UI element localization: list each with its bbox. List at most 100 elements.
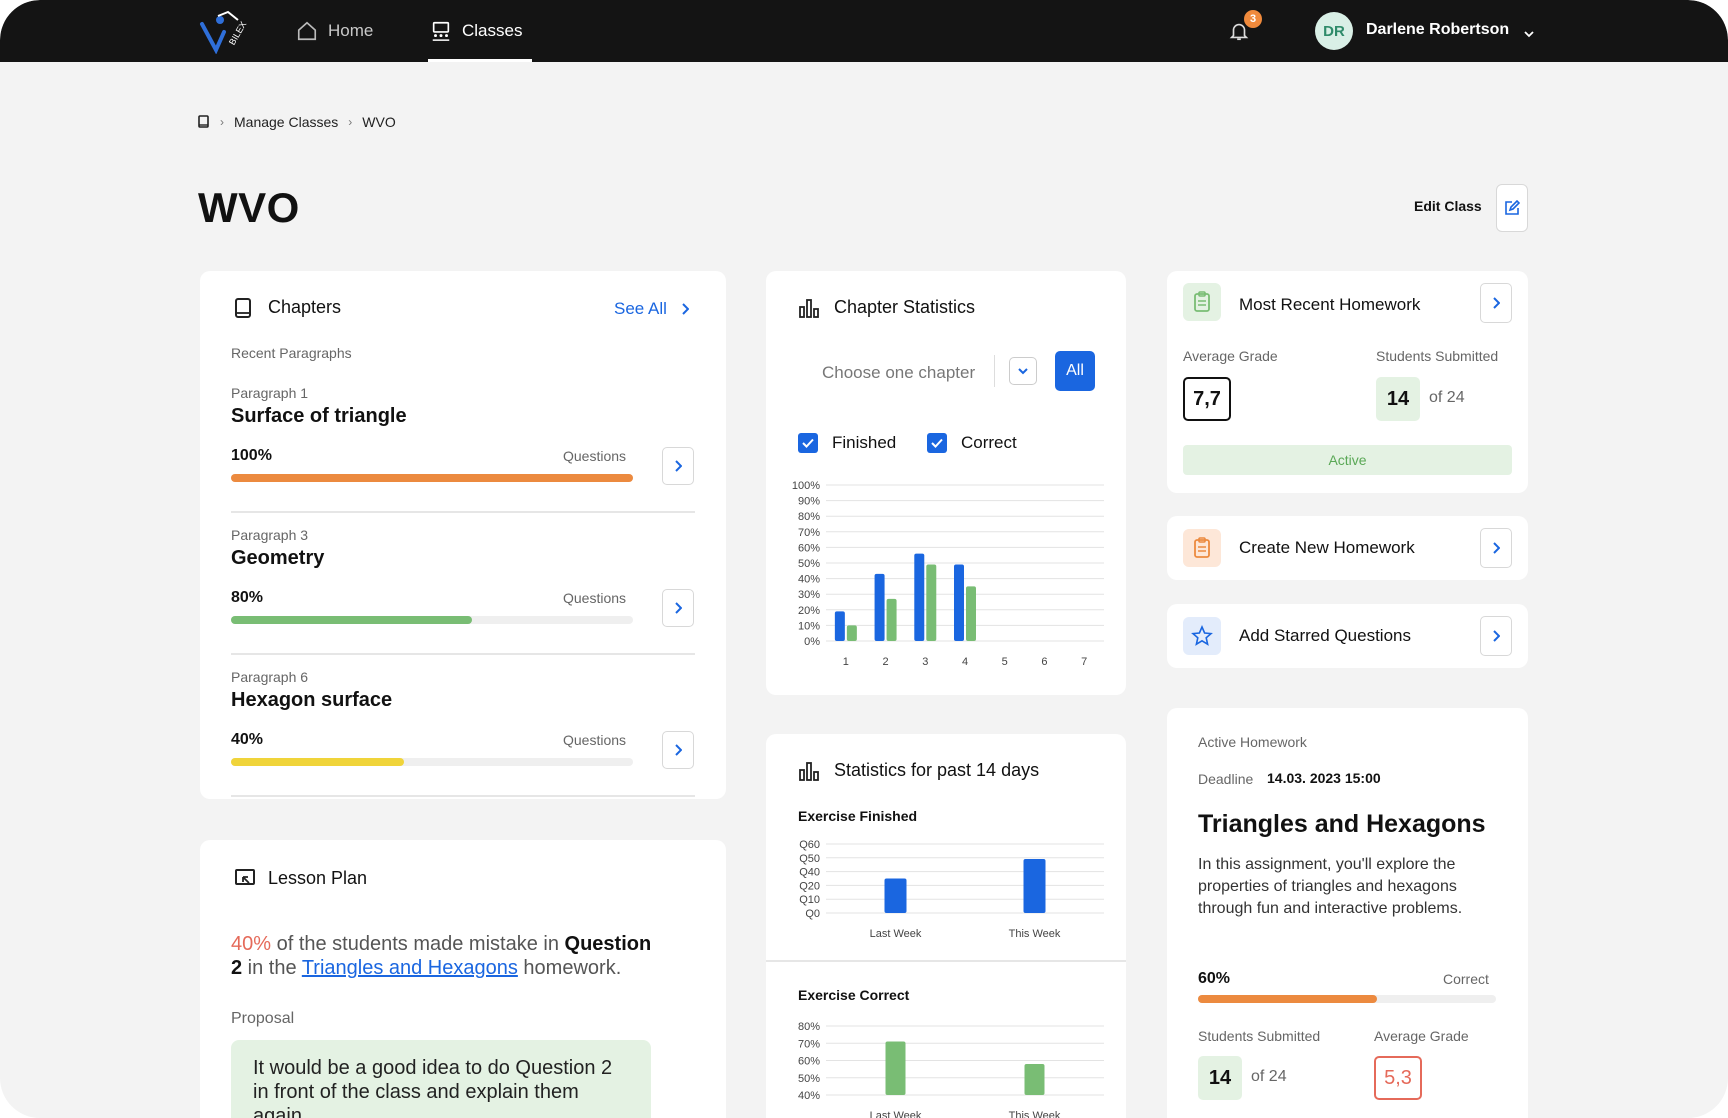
insight-text: in the (242, 957, 302, 979)
chapter-statistics-title: Chapter Statistics (834, 297, 976, 317)
open-paragraph-button[interactable] (662, 447, 694, 485)
user-avatar[interactable]: DR (1315, 12, 1353, 50)
nav-classes-label: Classes (462, 21, 523, 40)
chart-bar (884, 878, 907, 913)
starred-questions-button[interactable] (1480, 616, 1512, 656)
paragraph-percent: 40% (231, 731, 264, 748)
proposal-box: It would be a good idea to do Question 2… (231, 1040, 651, 1118)
x-tick-label: 6 (1041, 656, 1047, 668)
y-tick-label: Q40 (799, 867, 820, 879)
insight-text: homework. (517, 957, 622, 979)
active-homework-label: Active Homework (1198, 734, 1307, 750)
exercise-correct-chart: 40% 50% 60% 70% 80% Last Week This Week (786, 1014, 1106, 1118)
y-tick-label: 50% (798, 1073, 820, 1085)
x-tick-label: 4 (962, 656, 968, 668)
students-total: of 24 (1251, 1068, 1287, 1085)
open-homework-button[interactable] (1480, 283, 1512, 323)
chart-bar (874, 573, 885, 641)
chart-bar (914, 553, 925, 641)
bilex-logo[interactable]: BILEX (198, 10, 248, 55)
exercise-finished-title: Exercise Finished (798, 808, 918, 824)
create-homework-button[interactable] (1480, 528, 1512, 568)
bar-chart-icon (799, 299, 819, 318)
chevron-right-icon (675, 744, 682, 756)
y-tick-label: 90% (798, 496, 820, 508)
book-icon[interactable] (198, 115, 210, 129)
paragraph-item: Paragraph 3 Geometry 80% Questions (231, 527, 695, 655)
chart-bar (885, 1041, 906, 1095)
page-title: WVO (198, 184, 300, 231)
edit-class-button[interactable] (1496, 184, 1528, 232)
open-paragraph-button[interactable] (662, 731, 694, 769)
homework-link[interactable]: Triangles and Hexagons (302, 957, 518, 979)
chevron-right-icon: › (220, 115, 224, 129)
status-badge: Active (1183, 445, 1512, 475)
deadline-value: 14.03. 2023 15:00 (1267, 770, 1381, 786)
chart-bar (834, 611, 845, 641)
nav-classes[interactable]: Classes (427, 0, 533, 62)
starred-questions-card[interactable]: Add Starred Questions (1167, 604, 1528, 668)
stats-14-days-title: Statistics for past 14 days (834, 760, 1040, 780)
correct-checkbox[interactable]: Correct (927, 433, 1017, 453)
breadcrumb-manage-classes[interactable]: Manage Classes (234, 114, 338, 130)
x-tick-label: This Week (1009, 1110, 1061, 1118)
finished-checkbox[interactable]: Finished (798, 433, 896, 453)
checkbox-checked-icon (927, 433, 947, 453)
chapter-statistics-chart: 0% 10% 20% 30% 40% 50% 60% 70% 80% 90% 100% 1 2 3 4 5 6 7 (786, 471, 1106, 671)
progress-track (231, 758, 633, 766)
deadline-label: Deadline (1198, 771, 1254, 787)
students-submitted-label: Students Submitted (1376, 348, 1499, 364)
nav-home[interactable]: Home (296, 0, 373, 62)
y-tick-label: 10% (798, 620, 820, 632)
chevron-down-icon[interactable] (1523, 26, 1535, 44)
chapter-select[interactable]: Choose one chapter (822, 363, 975, 383)
star-icon (1183, 617, 1221, 655)
chevron-right-icon: › (348, 115, 353, 129)
recent-paragraphs-label: Recent Paragraphs (231, 345, 352, 361)
y-tick-label: 40% (798, 1090, 820, 1102)
paragraph-label: Paragraph 1 (231, 385, 309, 401)
chevron-right-icon (675, 602, 682, 614)
active-homework-card: Active Homework Deadline 14.03. 2023 15:… (1167, 708, 1528, 1118)
active-homework-percent: 60% (1198, 970, 1231, 987)
chapter-dropdown-button[interactable] (1009, 357, 1037, 385)
students-submitted-label: Students Submitted (1198, 1028, 1321, 1044)
edit-class-label[interactable]: Edit Class (1414, 198, 1482, 214)
average-grade-label: Average Grade (1374, 1028, 1469, 1044)
paragraph-percent: 80% (231, 589, 264, 606)
stats-14-days-card: Statistics for past 14 days Exercise Fin… (766, 734, 1126, 1118)
create-homework-card[interactable]: Create New Homework (1167, 516, 1528, 580)
chart-bar (846, 625, 857, 641)
average-grade-value: 7,7 (1183, 377, 1231, 421)
chapters-title: Chapters (268, 297, 342, 317)
svg-text:BILEX: BILEX (227, 20, 248, 47)
y-tick-label: Q60 (799, 839, 820, 851)
questions-label: Questions (563, 732, 627, 748)
clipboard-icon (1183, 283, 1221, 321)
edit-icon (1505, 200, 1520, 215)
chevron-right-icon (682, 303, 689, 315)
chevron-right-icon (1493, 297, 1500, 309)
bar-chart-icon (799, 762, 819, 781)
exercise-correct-title: Exercise Correct (798, 987, 910, 1003)
user-name[interactable]: Darlene Robertson (1366, 21, 1509, 39)
home-icon (297, 21, 317, 41)
students-total: of 24 (1429, 389, 1465, 406)
create-homework-title: Create New Homework (1239, 538, 1415, 557)
app-frame: BILEX Home Classes 3 DR Darlene Robertso… (0, 0, 1728, 1118)
checkbox-checked-icon (798, 433, 818, 453)
chart-bar (966, 586, 976, 641)
open-paragraph-button[interactable] (662, 589, 694, 627)
y-tick-label: 80% (798, 511, 820, 523)
chapter-statistics-card: Chapter Statistics Choose one chapter Al… (766, 271, 1126, 695)
classroom-icon (432, 21, 450, 41)
chevron-right-icon (675, 460, 682, 472)
mistake-percent: 40% (231, 933, 272, 955)
x-tick-label: This Week (1009, 928, 1061, 940)
all-chapters-button[interactable]: All (1055, 351, 1095, 391)
see-all-link[interactable]: See All (614, 299, 689, 319)
y-tick-label: Q0 (805, 908, 820, 920)
chart-bar (954, 564, 964, 641)
lesson-insight-text: 40% of the students made mistake in Ques… (231, 932, 661, 980)
students-submitted-value: 14 (1376, 377, 1420, 421)
